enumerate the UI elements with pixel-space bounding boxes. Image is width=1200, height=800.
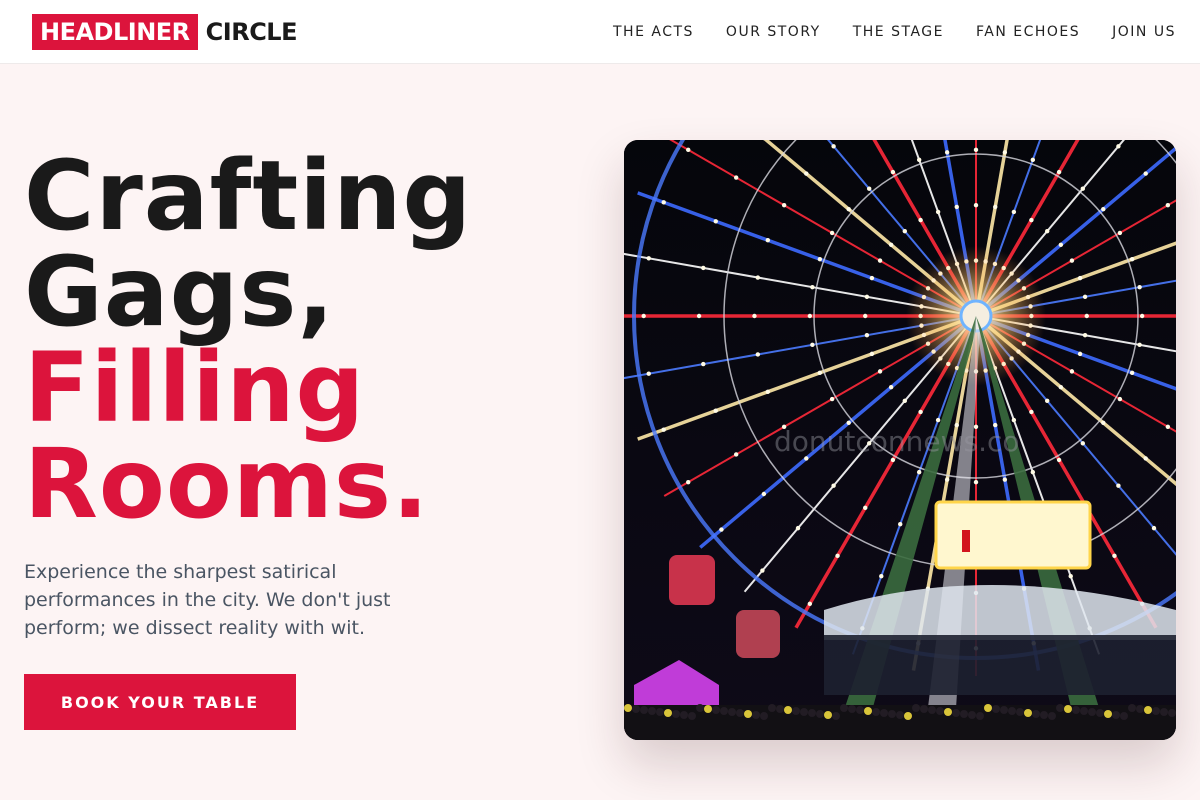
- hero-title-line-4: Rooms.: [24, 428, 430, 540]
- hero-description: Experience the sharpest satirical perfor…: [24, 561, 391, 639]
- main-nav: THE ACTS OUR STORY THE STAGE FAN ECHOES …: [581, 0, 1176, 64]
- book-table-button[interactable]: BOOK YOUR TABLE: [24, 674, 296, 730]
- nav-item-fan-echoes[interactable]: FAN ECHOES: [976, 24, 1080, 40]
- nav-item-the-acts[interactable]: THE ACTS: [613, 24, 694, 40]
- nav-item-the-stage[interactable]: THE STAGE: [853, 24, 944, 40]
- brand-mark: HEADLINER: [32, 14, 198, 50]
- brand-name: CIRCLE: [205, 18, 298, 46]
- nav-item-join-us[interactable]: JOIN US: [1112, 24, 1176, 40]
- nav-item-our-story[interactable]: OUR STORY: [726, 24, 821, 40]
- hero-title: Crafting Gags, Filling Rooms.: [24, 148, 584, 532]
- wheel-sign: [934, 500, 1092, 570]
- hero-title-line-2: Gags,: [24, 236, 335, 348]
- image-watermark: donutconnews.co: [774, 425, 1020, 458]
- hero-title-line-3: Filling: [24, 332, 366, 444]
- site-header: HEADLINER CIRCLE THE ACTS OUR STORY THE …: [0, 0, 1200, 64]
- hero-image: donutconnews.co: [624, 140, 1176, 740]
- brand-logo[interactable]: HEADLINER CIRCLE: [32, 14, 298, 50]
- hero-title-line-1: Crafting: [24, 140, 473, 252]
